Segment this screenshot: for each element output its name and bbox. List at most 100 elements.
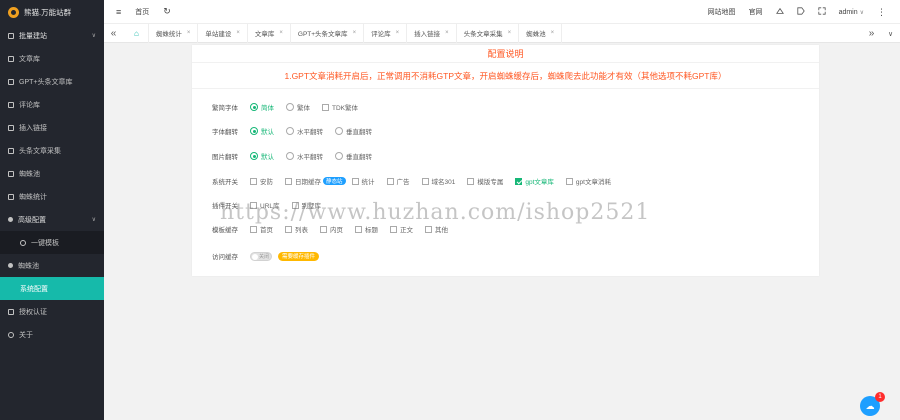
config-title: 配置说明 <box>192 45 819 63</box>
cache-inner-checkbox[interactable]: 内页 <box>320 224 343 234</box>
plugin-url-library-checkbox[interactable]: URL库 <box>250 200 280 210</box>
tag-icon[interactable] <box>796 7 805 17</box>
sidebar-item-toutiao-collect[interactable]: 头条文章采集 <box>0 139 104 162</box>
app-logo[interactable]: 熊猫.万能站群 <box>0 0 104 24</box>
sys-template-exclusive-checkbox[interactable]: 模版专属 <box>467 176 503 186</box>
sidebar: 熊猫.万能站群 批量建站 ∨ 文章库 GPT+头条文章库 评论库 插入链接 头条文… <box>0 0 104 420</box>
tab-spider-stats[interactable]: 蜘蛛统计 × <box>149 23 199 43</box>
static-site-badge: 静态站 <box>323 177 346 185</box>
sidebar-item-advanced-config[interactable]: 高级配置 ∨ <box>0 208 104 231</box>
sidebar-item-insert-links[interactable]: 插入链接 <box>0 116 104 139</box>
sys-ads-checkbox[interactable]: 广告 <box>386 176 410 186</box>
cache-home-checkbox[interactable]: 首页 <box>250 224 273 234</box>
sys-gpt-consume-checkbox[interactable]: gpt文章消耗 <box>565 176 611 186</box>
chevron-down-icon: ∨ <box>859 9 864 16</box>
top-bar: ≡ 首页 ↻ 网站地图 官网 admin ∨ ⋮ <box>104 0 900 24</box>
shield-icon <box>8 308 14 315</box>
font-row: 繁简字体 简体 繁体 TDK繁体 <box>212 100 370 114</box>
website-link[interactable]: 官网 <box>749 7 763 17</box>
menu-toggle-icon[interactable]: ≡ <box>104 0 128 24</box>
file-icon <box>8 147 14 154</box>
close-icon[interactable]: × <box>551 30 555 36</box>
plugin-villa-library-checkbox[interactable]: 别墅库 <box>291 200 321 210</box>
close-icon[interactable]: × <box>353 30 357 36</box>
settings-icon <box>8 217 13 222</box>
panda-logo-icon <box>8 6 19 18</box>
close-icon[interactable]: × <box>236 30 240 36</box>
sidebar-item-spider-stats[interactable]: 蜘蛛统计 <box>0 185 104 208</box>
font-traditional-radio[interactable]: 繁体 <box>286 102 310 112</box>
cache-list-checkbox[interactable]: 列表 <box>285 224 308 234</box>
site-map-link[interactable]: 网站地图 <box>708 7 736 17</box>
char-default-radio[interactable]: 默认 <box>250 126 274 136</box>
file-icon <box>8 124 14 131</box>
tabs-bar: « ⌂ 蜘蛛统计 × 单站建设 × 文章库 × GPT+头条文章库 × 评论库 × 插入链… <box>104 23 900 43</box>
tab-comments[interactable]: 评论库 × <box>364 23 408 43</box>
tab-gpt-library[interactable]: GPT+头条文章库 × <box>291 23 365 43</box>
tab-single-site[interactable]: 单站建设 × <box>198 23 248 43</box>
sidebar-item-one-click-template[interactable]: 一键模板 <box>0 231 104 254</box>
user-menu[interactable]: admin ∨ <box>839 9 864 16</box>
tab-article-library[interactable]: 文章库 × <box>248 23 291 43</box>
tab-insert-links[interactable]: 插入链接 × <box>407 23 457 43</box>
info-icon <box>8 331 14 338</box>
close-icon[interactable]: × <box>508 30 512 36</box>
img-vertical-radio[interactable]: 垂直翻转 <box>335 151 372 161</box>
tabs-left-icon[interactable]: « <box>104 24 123 43</box>
sidebar-item-batch-build[interactable]: 批量建站 ∨ <box>0 24 104 47</box>
img-flip-row: 图片翻转 默认 水平翻转 垂直翻转 <box>212 149 384 163</box>
close-icon[interactable]: × <box>445 30 449 36</box>
img-default-radio[interactable]: 默认 <box>250 151 274 161</box>
plugin-switch-row: 插件开关 URL库 别墅库 <box>212 198 333 212</box>
font-simplified-radio[interactable]: 简体 <box>250 102 274 112</box>
chevron-down-icon: ∨ <box>91 217 96 223</box>
sys-security-checkbox[interactable]: 安防 <box>250 176 273 186</box>
sidebar-item-comments[interactable]: 评论库 <box>0 93 104 116</box>
close-icon[interactable]: × <box>187 30 191 36</box>
file-icon <box>8 101 14 108</box>
sidebar-item-about[interactable]: 关于 <box>0 323 104 346</box>
sidebar-item-spider-pool[interactable]: 蜘蛛池 <box>0 162 104 185</box>
app-title: 熊猫.万能站群 <box>24 7 72 17</box>
char-vertical-radio[interactable]: 垂直翻转 <box>335 126 372 136</box>
close-icon[interactable]: × <box>279 30 283 36</box>
template-cache-row: 模板缓存 首页 列表 内页 标题 正文 其他 <box>212 222 460 236</box>
sidebar-item-spider-pool-2[interactable]: 蜘蛛池 <box>0 254 104 277</box>
home-link[interactable]: 首页 <box>128 0 156 24</box>
tabs-right-icon[interactable]: » <box>862 24 881 43</box>
visit-cache-toggle[interactable]: 关闭 <box>250 251 272 261</box>
fullscreen-icon[interactable] <box>817 7 826 17</box>
tab-home-icon[interactable]: ⌂ <box>125 23 149 43</box>
sidebar-item-system-config[interactable]: 系统配置 <box>0 277 104 300</box>
file-icon <box>8 170 14 177</box>
tabs-menu-chevron-icon[interactable]: ∨ <box>881 24 900 43</box>
sys-gpt-library-checkbox[interactable]: gpt文章库 <box>515 176 554 186</box>
sys-domain301-checkbox[interactable]: 域名301 <box>421 176 455 186</box>
refresh-icon[interactable]: ↻ <box>156 0 178 24</box>
tab-spider-pool[interactable]: 蜘蛛池 × <box>519 23 563 43</box>
theme-icon[interactable] <box>775 7 784 17</box>
visit-cache-row: 访问缓存 关闭 需要缓存插件 <box>212 249 320 263</box>
system-switch-row: 系统开关 安防 日期缓存 静态站 统计 广告 域名301 模版专属 gpt文章库… <box>212 174 623 188</box>
sys-date-cache-checkbox[interactable]: 日期缓存 <box>285 176 321 186</box>
file-icon <box>8 193 14 200</box>
tag-icon <box>8 32 14 39</box>
tab-toutiao-collect[interactable]: 头条文章采集 × <box>457 23 520 43</box>
img-horizontal-radio[interactable]: 水平翻转 <box>286 151 323 161</box>
sidebar-item-authorization[interactable]: 授权认证 <box>0 300 104 323</box>
file-icon <box>8 55 14 62</box>
cache-title-checkbox[interactable]: 标题 <box>355 224 378 234</box>
spider-icon <box>8 263 13 268</box>
sidebar-item-gpt-library[interactable]: GPT+头条文章库 <box>0 70 104 93</box>
close-icon[interactable]: × <box>396 30 400 36</box>
more-icon[interactable]: ⋮ <box>877 7 886 18</box>
cache-other-checkbox[interactable]: 其他 <box>425 224 448 234</box>
sidebar-item-article-library[interactable]: 文章库 <box>0 47 104 70</box>
char-horizontal-radio[interactable]: 水平翻转 <box>286 126 323 136</box>
cache-body-checkbox[interactable]: 正文 <box>390 224 413 234</box>
font-tdk-traditional-checkbox[interactable]: TDK繁体 <box>322 102 358 112</box>
char-flip-row: 字体翻转 默认 水平翻转 垂直翻转 <box>212 124 384 138</box>
file-icon <box>8 78 14 85</box>
chevron-down-icon: ∨ <box>91 33 96 39</box>
sys-stats-checkbox[interactable]: 统计 <box>351 176 375 186</box>
